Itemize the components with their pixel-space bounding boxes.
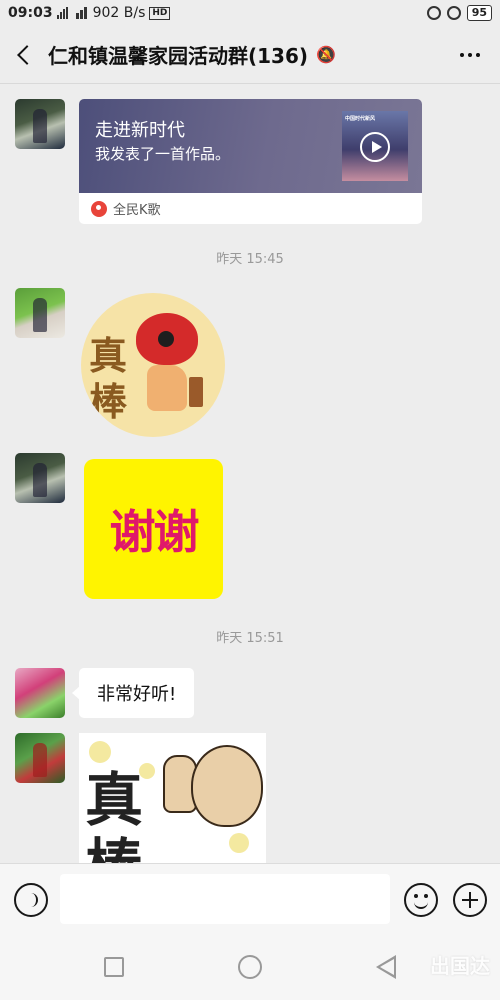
sticker-text: 谢谢: [109, 505, 200, 559]
timestamp: 昨天 15:45: [216, 252, 284, 267]
recents-button[interactable]: [104, 957, 124, 977]
input-bar: [0, 863, 500, 936]
play-icon[interactable]: [360, 132, 390, 162]
signal-icon: [56, 7, 68, 19]
avatar[interactable]: [15, 668, 65, 718]
home-button[interactable]: [238, 955, 262, 979]
card-title: 走进新时代: [95, 120, 185, 141]
avatar[interactable]: [15, 288, 65, 338]
status-bar: 09:03 902 B/s HD 95: [0, 0, 500, 26]
thumbs-up-icon: [147, 365, 203, 411]
sticker-text: 棒: [85, 819, 143, 863]
card-preview: 走进新时代 我发表了一首作品。 中国时代新风: [79, 99, 422, 193]
back-nav-button[interactable]: [376, 955, 396, 979]
avatar[interactable]: [15, 733, 65, 783]
back-button[interactable]: [0, 26, 48, 84]
avatar[interactable]: [15, 99, 65, 149]
chat-header: 仁和镇温馨家园活动群(136) 🔕: [0, 26, 500, 84]
card-thumbnail: 中国时代新风: [342, 111, 408, 181]
thumbnail-text: 中国时代新风: [345, 116, 376, 122]
message-input[interactable]: [60, 874, 390, 924]
voice-button[interactable]: [14, 883, 48, 917]
more-button[interactable]: [440, 26, 500, 84]
card-source-label: 全民K歌: [113, 203, 161, 218]
chat-title: 仁和镇温馨家园活动群(136): [48, 44, 309, 68]
card-subtitle: 我发表了一首作品。: [95, 145, 231, 163]
monk-face-graphic: [191, 745, 263, 827]
wifi-icon: [75, 7, 87, 19]
message-bubble[interactable]: 非常好听!: [71, 668, 195, 718]
message-text: 非常好听!: [97, 684, 177, 705]
flower-graphic: [136, 313, 198, 365]
back-arrow-icon: [17, 44, 37, 65]
plus-button[interactable]: [453, 883, 487, 917]
battery-icon: 95: [466, 5, 492, 21]
lock-icon: [426, 6, 441, 20]
watermark: 出国达: [430, 954, 490, 978]
sticker-zhenbang-monk[interactable]: 真 棒: [79, 733, 266, 863]
system-nav-bar: 出国达: [0, 936, 500, 1000]
sticker-xiexie[interactable]: 谢谢: [84, 459, 223, 599]
music-share-card[interactable]: 走进新时代 我发表了一首作品。 中国时代新风 全民K歌: [79, 99, 422, 224]
hd-badge: HD: [149, 6, 171, 20]
timestamp: 昨天 15:51: [216, 631, 284, 646]
sticker-text: 棒: [89, 379, 128, 424]
net-speed: 902 B/s: [92, 5, 146, 21]
bell-off-icon: 🔕: [316, 45, 336, 64]
sticker-zhenbang[interactable]: 真 棒: [81, 293, 225, 437]
status-time: 09:03: [8, 5, 53, 21]
card-source: 全民K歌: [79, 193, 422, 224]
kge-logo-icon: [91, 200, 107, 217]
message-list[interactable]: 走进新时代 我发表了一首作品。 中国时代新风 全民K歌 昨天 15:45 真 棒…: [0, 85, 500, 863]
emoji-button[interactable]: [404, 883, 438, 917]
alarm-icon: [446, 6, 461, 20]
avatar[interactable]: [15, 453, 65, 503]
